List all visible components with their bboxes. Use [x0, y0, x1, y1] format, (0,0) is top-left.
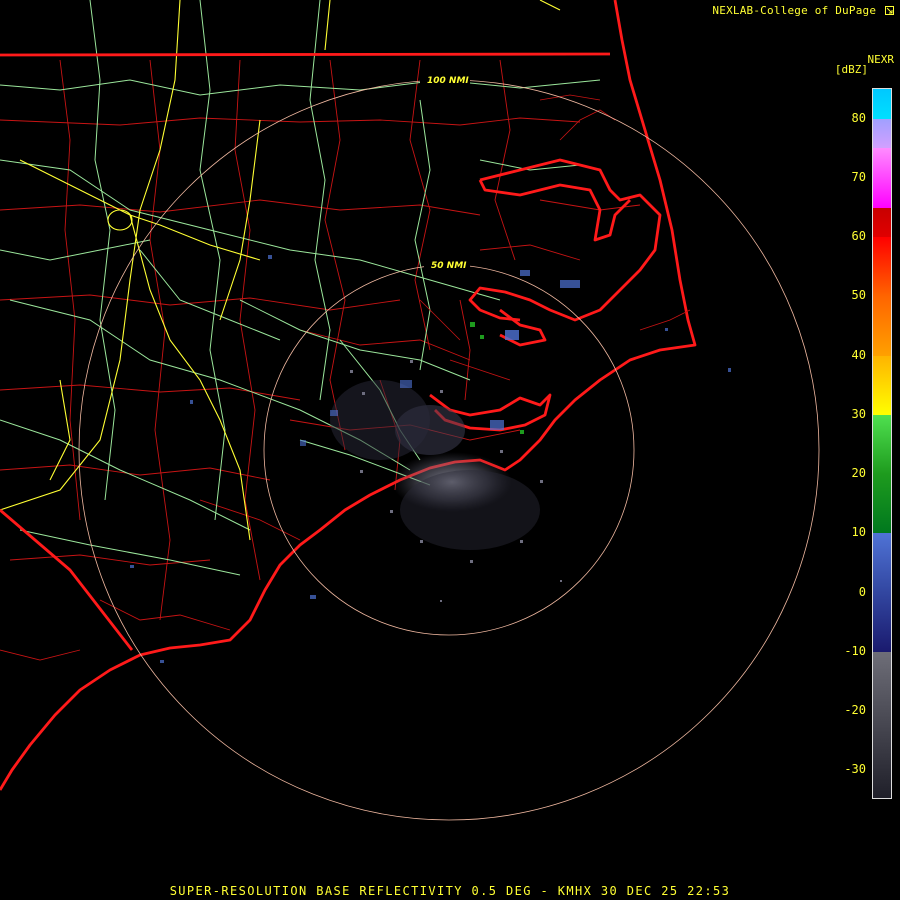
- nc-sc-border: [0, 508, 134, 651]
- credit-text: NEXLAB-College of DuPage: [712, 4, 877, 17]
- pamlico-river: [478, 179, 631, 242]
- credit-label: NEXLAB-College of DuPage: [712, 4, 894, 17]
- colorbar-tick-label: 60: [851, 229, 866, 244]
- ring-label-100: 100 NMI: [427, 76, 469, 86]
- radar-map: 50 NMI 100 NMI: [0, 0, 820, 821]
- colorbar-segment: [873, 237, 891, 297]
- ring-labels: 50 NMI 100 NMI: [420, 73, 470, 271]
- colorbar-segment: [873, 355, 891, 415]
- dbz-colorbar: [872, 88, 892, 799]
- colorbar-tick-label: -20: [844, 703, 866, 718]
- colorbar-tick-label: 0: [858, 584, 866, 599]
- colorbar-segment: [873, 533, 891, 593]
- corner-arrow-icon: [885, 6, 894, 15]
- colorbar-segment: [873, 651, 891, 798]
- colorbar-segment: [873, 414, 891, 475]
- ring-label-50: 50 NMI: [431, 261, 467, 271]
- colorbar-segment: [873, 592, 891, 652]
- colorbar-segment: [873, 207, 891, 238]
- colorbar-tick-label: 50: [851, 288, 866, 303]
- colorbar-tick-label: -10: [844, 643, 866, 658]
- colorbar-tick-label: 70: [851, 169, 866, 184]
- colorbar-tick-label: 40: [851, 347, 866, 362]
- colorbar-tick-label: -30: [844, 762, 866, 777]
- coast-detail: [419, 94, 691, 381]
- product-caption: SUPER-RESOLUTION BASE REFLECTIVITY 0.5 D…: [169, 884, 731, 898]
- va-nc-border: [0, 52, 611, 57]
- colorbar-tick-label: 20: [851, 466, 866, 481]
- colorbar-segment: [873, 148, 891, 208]
- colorbar-tick-label: 30: [851, 406, 866, 421]
- colorbar-segment: [873, 296, 891, 356]
- product-label: NEXR: [867, 53, 895, 66]
- colorbar-tick-label: 80: [851, 110, 866, 125]
- colorbar-segment: [873, 118, 891, 149]
- units-label: [dBZ]: [834, 63, 868, 76]
- colorbar-segment: [873, 474, 891, 534]
- colorbar-tick-label: 10: [851, 525, 866, 540]
- colorbar-segment: [873, 89, 891, 119]
